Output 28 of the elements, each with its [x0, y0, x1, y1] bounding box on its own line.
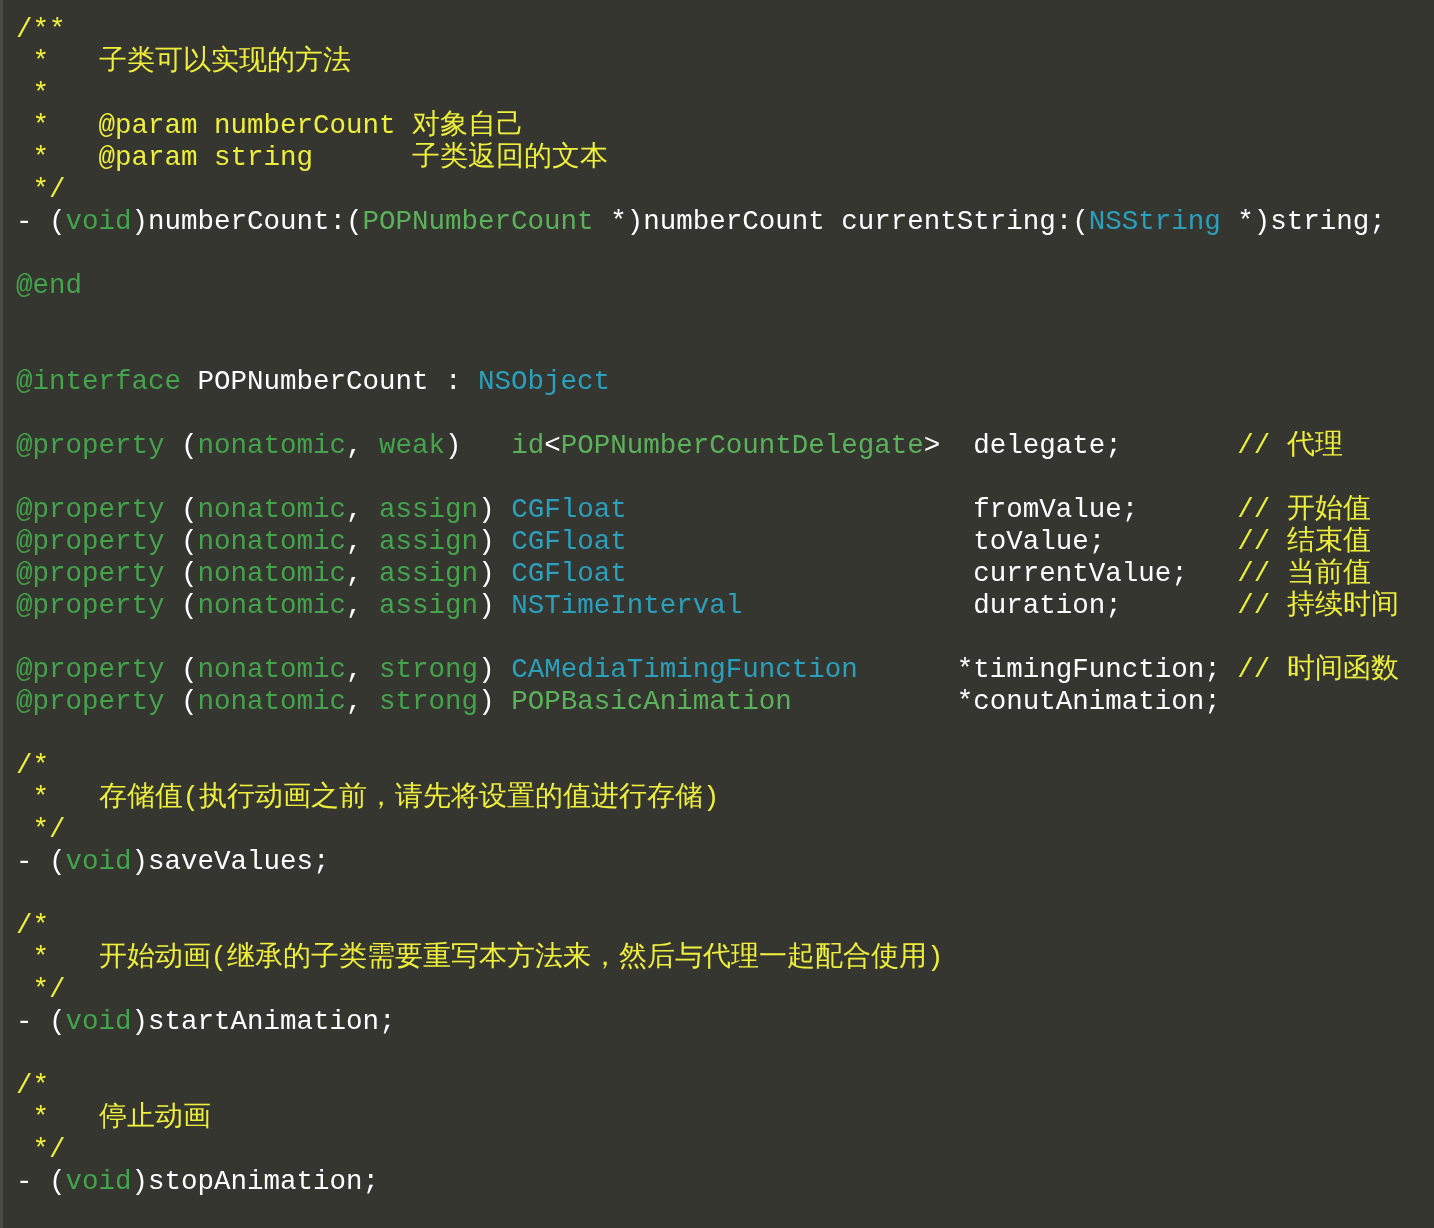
code-line: - (void)startAnimation; [16, 1006, 397, 1038]
code-line: /** [16, 14, 67, 46]
code-line: */ [31, 814, 67, 846]
code-line: @property (nonatomic, assign) CGFloat currentValue; // 当前值 [16, 558, 1372, 590]
code-line: @property (nonatomic, assign) CGFloat toValue; // 结束值 [16, 526, 1372, 558]
code-line: @property (nonatomic, strong) CAMediaTimingFunction *timingFunction; // 时间函数 [16, 654, 1400, 686]
code-line: @property (nonatomic, strong) POPBasicAnimation *conutAnimation; [16, 686, 1222, 718]
code-line: */ [31, 974, 67, 1006]
code-line: * 存储值(执行动画之前，请先将设置的值进行存储) [31, 782, 721, 814]
code-line: @end [16, 270, 83, 302]
code-line: - (void)stopAnimation; [16, 1166, 381, 1198]
code-line: - (void)numberCount:(POPNumberCount *)numberCount currentString:(NSString *)string; [16, 206, 1387, 238]
code-line: @interface POPNumberCount : NSObject [16, 366, 612, 398]
code-line: @property (nonatomic, assign) NSTimeInterval duration; // 持续时间 [16, 590, 1400, 622]
code-line: @property (nonatomic, assign) CGFloat fromValue; // 开始值 [16, 494, 1372, 526]
code-line: * [31, 78, 50, 110]
code-line: */ [31, 174, 67, 206]
code-line: * @param string 子类返回的文本 [31, 142, 610, 174]
code-line: @property (nonatomic, weak) id<POPNumberCountDelegate> delegate; // 代理 [16, 430, 1344, 462]
code-line: */ [31, 1134, 67, 1166]
code-line: * 开始动画(继承的子类需要重写本方法来，然后与代理一起配合使用) [31, 942, 945, 974]
code-line: * 停止动画 [31, 1102, 212, 1134]
code-line: /* [16, 1070, 50, 1102]
code-line: /* [16, 750, 50, 782]
code-line: /* [16, 910, 50, 942]
code-line: * 子类可以实现的方法 [31, 46, 352, 78]
code-line: * @param numberCount 对象自己 [31, 110, 526, 142]
code-line: - (void)saveValues; [16, 846, 331, 878]
